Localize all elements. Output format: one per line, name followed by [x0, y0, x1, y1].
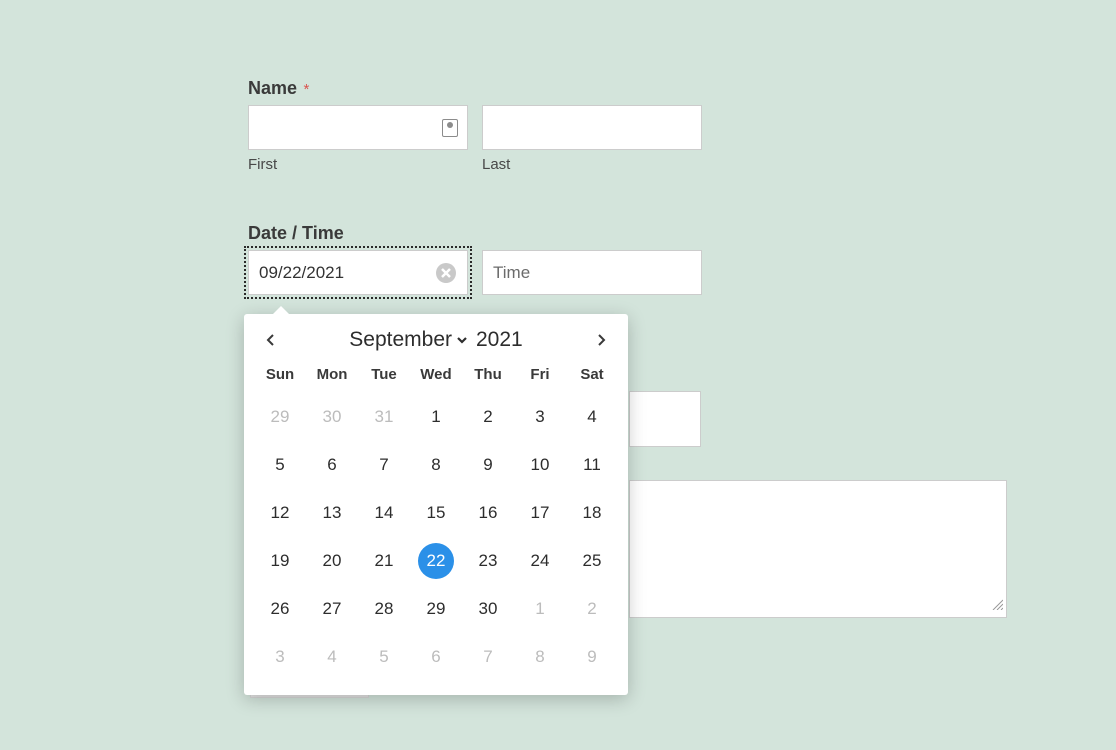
- calendar-day[interactable]: 30: [462, 585, 514, 633]
- calendar-day[interactable]: 23: [462, 537, 514, 585]
- dow-header: Fri: [514, 360, 566, 393]
- calendar-day[interactable]: 22: [410, 537, 462, 585]
- calendar-day[interactable]: 16: [462, 489, 514, 537]
- dow-header: Sat: [566, 360, 618, 393]
- contact-card-icon: [442, 119, 458, 137]
- calendar-day[interactable]: 8: [410, 441, 462, 489]
- name-label-row: Name *: [248, 78, 1008, 99]
- last-name-sublabel: Last: [482, 156, 702, 173]
- calendar-day[interactable]: 30: [306, 393, 358, 441]
- datepicker-header: September 2021: [244, 314, 628, 360]
- calendar-day[interactable]: 21: [358, 537, 410, 585]
- form-container: Name * First Last Date / Time: [248, 78, 1008, 295]
- clear-date-icon[interactable]: [436, 263, 456, 283]
- calendar-day[interactable]: 9: [566, 633, 618, 681]
- dow-header: Sun: [254, 360, 306, 393]
- next-month-button[interactable]: [590, 329, 612, 351]
- calendar-day[interactable]: 19: [254, 537, 306, 585]
- calendar-day[interactable]: 5: [254, 441, 306, 489]
- month-label: September: [349, 328, 452, 352]
- calendar-day[interactable]: 6: [306, 441, 358, 489]
- first-name-sublabel: First: [248, 156, 468, 173]
- calendar-day[interactable]: 7: [462, 633, 514, 681]
- chevron-down-icon: [456, 334, 468, 346]
- dow-header: Tue: [358, 360, 410, 393]
- first-name-input[interactable]: [248, 105, 468, 150]
- name-label: Name: [248, 78, 297, 98]
- calendar-day[interactable]: 28: [358, 585, 410, 633]
- last-name-input[interactable]: [482, 105, 702, 150]
- calendar-day[interactable]: 4: [566, 393, 618, 441]
- calendar-day[interactable]: 18: [566, 489, 618, 537]
- resize-handle-icon[interactable]: [991, 597, 1003, 615]
- first-name-box: [248, 105, 468, 150]
- calendar-day[interactable]: 13: [306, 489, 358, 537]
- calendar-day[interactable]: 10: [514, 441, 566, 489]
- calendar-day[interactable]: 5: [358, 633, 410, 681]
- calendar-day[interactable]: 15: [410, 489, 462, 537]
- calendar-day[interactable]: 31: [358, 393, 410, 441]
- datetime-inputs-row: [248, 250, 1008, 295]
- calendar-day[interactable]: 2: [566, 585, 618, 633]
- calendar-day[interactable]: 20: [306, 537, 358, 585]
- calendar-day[interactable]: 11: [566, 441, 618, 489]
- obscured-textarea[interactable]: [629, 480, 1007, 618]
- calendar-day[interactable]: 1: [514, 585, 566, 633]
- first-name-wrap: First: [248, 105, 468, 173]
- name-field-group: Name * First Last: [248, 78, 1008, 173]
- year-label[interactable]: 2021: [476, 328, 523, 352]
- calendar-day[interactable]: 26: [254, 585, 306, 633]
- time-input[interactable]: [482, 250, 702, 295]
- required-mark: *: [303, 81, 309, 98]
- calendar-day[interactable]: 2: [462, 393, 514, 441]
- date-input-wrap: [248, 250, 468, 295]
- obscured-input[interactable]: [629, 391, 701, 447]
- calendar-day[interactable]: 14: [358, 489, 410, 537]
- calendar-day[interactable]: 4: [306, 633, 358, 681]
- calendar-day[interactable]: 17: [514, 489, 566, 537]
- calendar-day[interactable]: 29: [410, 585, 462, 633]
- name-inputs-row: First Last: [248, 105, 1008, 173]
- dow-header: Mon: [306, 360, 358, 393]
- calendar-day[interactable]: 25: [566, 537, 618, 585]
- calendar-day[interactable]: 12: [254, 489, 306, 537]
- calendar-day[interactable]: 24: [514, 537, 566, 585]
- prev-month-button[interactable]: [260, 329, 282, 351]
- calendar-day[interactable]: 7: [358, 441, 410, 489]
- last-name-wrap: Last: [482, 105, 702, 173]
- datepicker-notch: [272, 306, 290, 315]
- calendar-day[interactable]: 6: [410, 633, 462, 681]
- calendar-day[interactable]: 9: [462, 441, 514, 489]
- calendar-day[interactable]: 29: [254, 393, 306, 441]
- calendar-day[interactable]: 1: [410, 393, 462, 441]
- datepicker-popup: September 2021 SunMonTueWedThuFriSat2930…: [244, 314, 628, 695]
- calendar-day[interactable]: 27: [306, 585, 358, 633]
- dow-header: Wed: [410, 360, 462, 393]
- calendar-day[interactable]: 8: [514, 633, 566, 681]
- datetime-label: Date / Time: [248, 223, 1008, 244]
- calendar-day[interactable]: 3: [514, 393, 566, 441]
- calendar-day[interactable]: 3: [254, 633, 306, 681]
- date-input[interactable]: [248, 250, 468, 295]
- datepicker-grid: SunMonTueWedThuFriSat2930311234567891011…: [244, 360, 628, 681]
- dow-header: Thu: [462, 360, 514, 393]
- datetime-field-group: Date / Time: [248, 223, 1008, 295]
- month-select[interactable]: September: [349, 328, 468, 352]
- datepicker-title: September 2021: [282, 328, 590, 352]
